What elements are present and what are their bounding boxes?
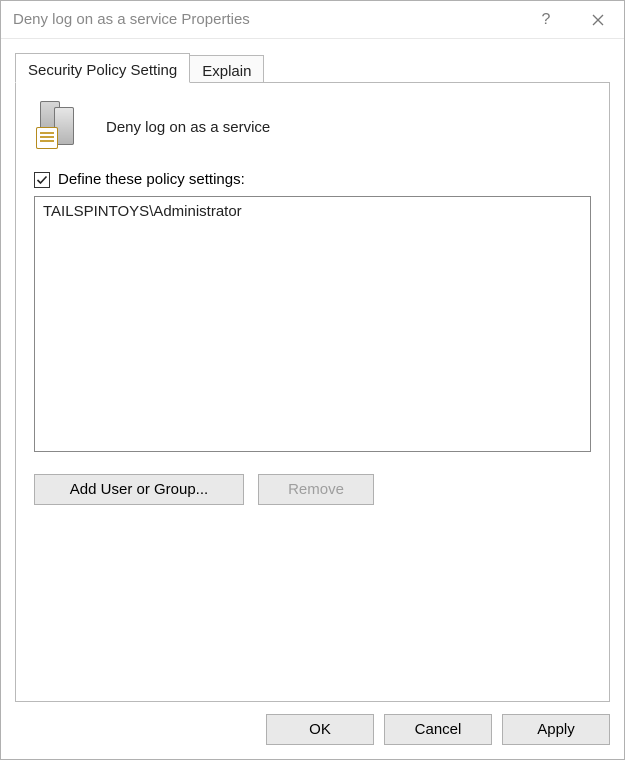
- tab-label: Explain: [202, 63, 251, 80]
- define-settings-label: Define these policy settings:: [58, 171, 245, 188]
- tab-explain[interactable]: Explain: [190, 55, 264, 82]
- list-item[interactable]: TAILSPINTOYS\Administrator: [43, 203, 582, 220]
- principals-listbox[interactable]: TAILSPINTOYS\Administrator: [34, 196, 591, 452]
- button-label: Remove: [288, 481, 344, 498]
- tab-label: Security Policy Setting: [28, 62, 177, 79]
- checkmark-icon: [34, 172, 50, 188]
- add-user-group-button[interactable]: Add User or Group...: [34, 474, 244, 505]
- security-policy-panel: Deny log on as a service Define these po…: [15, 82, 610, 702]
- dialog-content: Security Policy Setting Explain Deny log…: [1, 39, 624, 702]
- policy-header: Deny log on as a service: [34, 101, 591, 153]
- button-label: Add User or Group...: [70, 481, 208, 498]
- remove-button: Remove: [258, 474, 374, 505]
- close-icon: [592, 14, 604, 26]
- list-action-buttons: Add User or Group... Remove: [34, 474, 591, 505]
- ok-button[interactable]: OK: [266, 714, 374, 745]
- properties-dialog: Deny log on as a service Properties ? Se…: [0, 0, 625, 760]
- button-label: OK: [309, 721, 331, 738]
- close-button[interactable]: [572, 1, 624, 39]
- dialog-button-row: OK Cancel Apply: [1, 702, 624, 759]
- define-settings-checkbox[interactable]: Define these policy settings:: [34, 171, 591, 188]
- tab-security-policy[interactable]: Security Policy Setting: [15, 53, 190, 83]
- button-label: Apply: [537, 721, 575, 738]
- help-button[interactable]: ?: [520, 1, 572, 39]
- policy-name: Deny log on as a service: [106, 119, 270, 136]
- button-label: Cancel: [415, 721, 462, 738]
- tab-strip: Security Policy Setting Explain: [15, 53, 610, 83]
- apply-button[interactable]: Apply: [502, 714, 610, 745]
- titlebar: Deny log on as a service Properties ?: [1, 1, 624, 39]
- cancel-button[interactable]: Cancel: [384, 714, 492, 745]
- window-title: Deny log on as a service Properties: [13, 11, 520, 28]
- policy-servers-icon: [34, 101, 86, 153]
